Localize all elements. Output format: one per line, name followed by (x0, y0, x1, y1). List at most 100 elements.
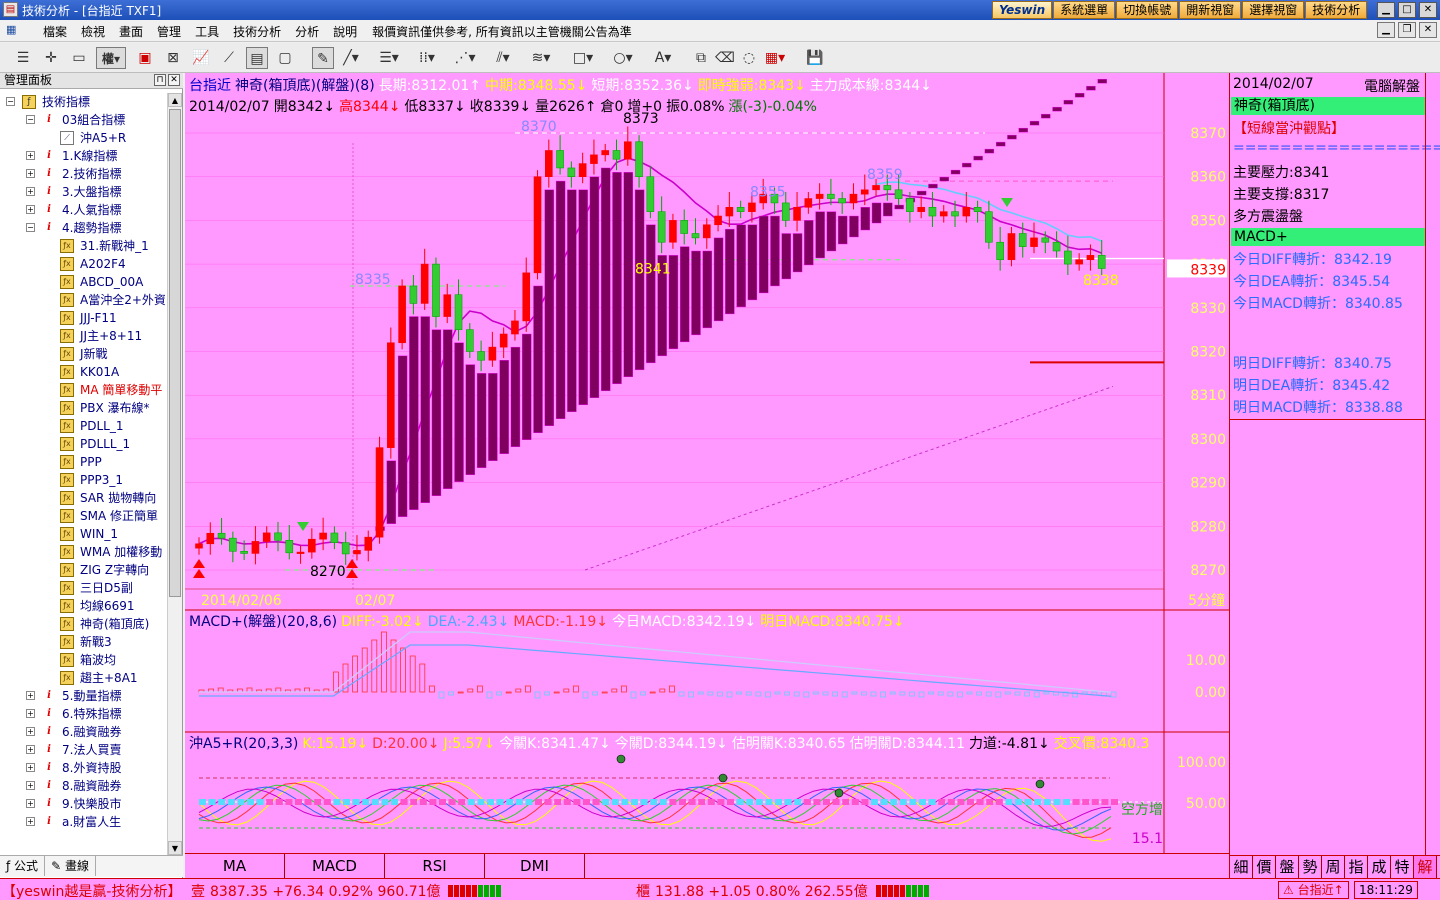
tree-item[interactable]: ƒx 趨主+8A1 (0, 669, 167, 687)
expand-icon[interactable]: + (26, 187, 35, 196)
tree-item[interactable]: ƒx ZIG Z字轉向 (0, 561, 167, 579)
color-icon[interactable]: ▦▾ (764, 47, 786, 69)
analysis-tab[interactable]: 勢 (1299, 856, 1322, 878)
status-symbol[interactable]: ⚠ 台指近↑ (1278, 881, 1349, 899)
tree-item[interactable]: ƒx A202F4 (0, 255, 167, 273)
print-icon[interactable]: ▢ (274, 47, 296, 69)
expand-icon[interactable]: + (26, 799, 35, 808)
remove-indicator-icon[interactable]: ⊠ (162, 47, 184, 69)
tree-item[interactable]: − i 4.趨勢指標 (0, 219, 167, 237)
window-chart-icon[interactable]: ▤ (246, 47, 268, 69)
expand-icon[interactable]: + (26, 691, 35, 700)
tree-item[interactable]: ƒx 神奇(箱頂底) (0, 615, 167, 633)
parallel-tool-icon[interactable]: ≋▾ (530, 47, 552, 69)
minimize-icon[interactable]: ▁ (1377, 2, 1395, 18)
tree-item[interactable]: ƒx PBX 瀑布線* (0, 399, 167, 417)
fan-tool-icon[interactable]: ⋰▾ (454, 47, 476, 69)
tab-formula[interactable]: ƒ 公式 (0, 856, 46, 876)
tree-item[interactable]: ƒx KK01A (0, 363, 167, 381)
chart-svg[interactable]: 8370836083508340833083208310830082908280… (185, 73, 1229, 853)
tree-item[interactable]: ƒx 三日D5副 (0, 579, 167, 597)
tree-item[interactable]: ƒx 31.新戰神_1 (0, 237, 167, 255)
tree-item[interactable]: + i 6.融資融券 (0, 723, 167, 741)
save-icon[interactable]: 💾▾ (804, 47, 826, 88)
tree-item[interactable]: ƒx JJJ-F11 (0, 309, 167, 327)
menu-analysis[interactable]: 分析 (288, 23, 326, 40)
system-menu-button[interactable]: 系統選單 (1053, 1, 1116, 19)
new-window-button[interactable]: 開新視窗 (1179, 1, 1242, 19)
tree-item[interactable]: + i 7.法人買賣 (0, 741, 167, 759)
tree-item[interactable]: ƒx 新戰3 (0, 633, 167, 651)
tree-item[interactable]: + i a.財富人生 (0, 813, 167, 831)
crosshair-icon[interactable]: ✛ (40, 47, 62, 69)
tree-item[interactable]: ƒx PDLL_1 (0, 417, 167, 435)
analysis-tab[interactable]: 解 (1414, 856, 1437, 878)
chart-settings-icon[interactable]: ☰ (12, 47, 34, 69)
period-dropdown[interactable]: 權▾ (96, 47, 126, 69)
tree-item[interactable]: ƒx SAR 拋物轉向 (0, 489, 167, 507)
panel-pin-icon[interactable]: ⊓ (154, 74, 166, 86)
eraser-icon[interactable]: ⌫ (714, 47, 736, 69)
analysis-tab[interactable]: 周 (1322, 856, 1345, 878)
section-macd[interactable]: MACD+ (1231, 228, 1426, 246)
tree-item[interactable]: + i 8.融資融券 (0, 777, 167, 795)
tree-item[interactable]: ƒx JJ主+8+11 (0, 327, 167, 345)
tree-item[interactable]: + i 6.特殊指標 (0, 705, 167, 723)
indicator-icon[interactable]: ▣ (134, 47, 156, 69)
expand-icon[interactable]: + (26, 169, 35, 178)
scroll-down-icon[interactable]: ▼ (168, 841, 182, 855)
line-chart-icon[interactable]: 📈 (190, 47, 212, 69)
collapse-icon[interactable]: − (6, 97, 15, 106)
select-window-button[interactable]: 選擇視窗 (1242, 1, 1305, 19)
analysis-tab[interactable]: 盤 (1276, 856, 1299, 878)
rectangle-tool-icon[interactable]: □▾ (572, 47, 594, 69)
tree-item[interactable]: + i 5.動量指標 (0, 687, 167, 705)
tree-item[interactable]: − ƒ 技術指標 (0, 93, 167, 111)
tree-item[interactable]: ƒx A當沖全2+外資 (0, 291, 167, 309)
menu-tools[interactable]: 工具 (188, 23, 226, 40)
tree-item[interactable]: ƒx PDLLL_1 (0, 435, 167, 453)
tree-item[interactable]: ƒx PPP (0, 453, 167, 471)
tree-item[interactable]: + i 4.人氣指標 (0, 201, 167, 219)
tab-ma[interactable]: MA (185, 854, 285, 878)
scroll-thumb[interactable] (169, 109, 181, 597)
ellipse-tool-icon[interactable]: ○▾ (612, 47, 634, 69)
draw-mode-icon[interactable]: ✎ (312, 47, 334, 69)
collapse-icon[interactable]: − (26, 223, 35, 232)
analysis-tab[interactable]: 成 (1368, 856, 1391, 878)
expand-icon[interactable]: + (26, 151, 35, 160)
analysis-tab[interactable]: 指 (1345, 856, 1368, 878)
trend-chart-icon[interactable]: ⟋ (218, 47, 240, 69)
switch-account-button[interactable]: 切換帳號 (1116, 1, 1179, 19)
scroll-up-icon[interactable]: ▲ (168, 93, 182, 107)
expand-icon[interactable]: + (26, 727, 35, 736)
tree-item[interactable]: + i 3.大盤指標 (0, 183, 167, 201)
child-close-icon[interactable]: ✕ (1419, 22, 1437, 38)
close-icon[interactable]: ✕ (1419, 2, 1437, 18)
vline-tool-icon[interactable]: ⁞⁞▾ (416, 47, 438, 69)
tree-item[interactable]: + i 8.外資持股 (0, 759, 167, 777)
tab-dmi[interactable]: DMI (485, 854, 585, 878)
tree-item[interactable]: ƒx SMA 修正簡單 (0, 507, 167, 525)
menu-help[interactable]: 說明 (326, 23, 364, 40)
tree-item[interactable]: + i 2.技術指標 (0, 165, 167, 183)
expand-icon[interactable]: + (26, 781, 35, 790)
menu-file[interactable]: 檔案 (36, 23, 74, 40)
tree-item[interactable]: + i 1.K線指標 (0, 147, 167, 165)
tree-item[interactable]: ƒx MA 簡單移動平 (0, 381, 167, 399)
tree-item[interactable]: − i 03組合指標 (0, 111, 167, 129)
section-shenqi[interactable]: 神奇(箱頂底) (1231, 97, 1426, 115)
tree-item[interactable]: ƒx PPP3_1 (0, 471, 167, 489)
expand-icon[interactable]: + (26, 205, 35, 214)
collapse-icon[interactable]: − (26, 115, 35, 124)
tab-rsi[interactable]: RSI (385, 854, 485, 878)
panel-close-icon[interactable]: ✕ (168, 74, 180, 86)
tree-item[interactable]: ƒx ABCD_00A (0, 273, 167, 291)
tree-item[interactable]: + i 9.快樂股市 (0, 795, 167, 813)
menu-technical[interactable]: 技術分析 (226, 23, 288, 40)
maximize-icon[interactable]: □ (1398, 2, 1416, 18)
copy-icon[interactable]: ⧉ (690, 47, 712, 69)
child-restore-icon[interactable]: ❐ (1398, 22, 1416, 38)
tree-item[interactable]: ƒx 均線6691 (0, 597, 167, 615)
text-tool-icon[interactable]: A▾ (652, 47, 674, 69)
